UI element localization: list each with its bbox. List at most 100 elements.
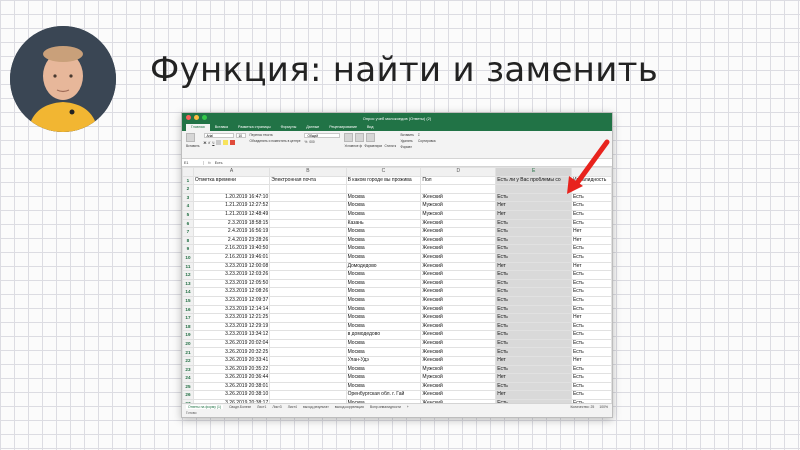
cell[interactable] <box>269 356 347 366</box>
cell[interactable]: Женский <box>420 261 497 272</box>
cell[interactable]: Есть <box>495 278 573 289</box>
cell[interactable] <box>420 184 497 194</box>
cell[interactable] <box>269 330 347 340</box>
font-name-select[interactable]: Arial <box>203 133 234 138</box>
row-header[interactable]: 25 <box>182 381 194 392</box>
cell[interactable]: Есть <box>571 347 612 358</box>
cell[interactable]: Есть <box>495 313 573 323</box>
sheet-tab[interactable]: Ответы на форму (1) <box>186 405 224 409</box>
paste-button[interactable]: Вставить <box>186 144 200 148</box>
tab-page-layout[interactable]: Разметка страницы <box>233 124 276 131</box>
tab-insert[interactable]: Вставка <box>210 124 233 131</box>
cell[interactable]: Женский <box>420 347 497 358</box>
cell[interactable]: Мужской <box>420 201 497 211</box>
cell[interactable]: Нет <box>495 356 573 366</box>
window-controls[interactable] <box>186 115 207 120</box>
cell[interactable]: Нет <box>571 227 612 237</box>
cell[interactable]: Отметка времени <box>192 175 271 186</box>
tab-view[interactable]: Вид <box>362 124 379 131</box>
cell[interactable]: 3.23.2019 12:29:19 <box>192 321 271 332</box>
cell[interactable]: Есть <box>571 321 612 332</box>
cell[interactable] <box>269 192 347 203</box>
cell[interactable]: 3.23.2019 12:14:14 <box>192 304 271 315</box>
cell[interactable]: Есть <box>495 227 573 237</box>
cell[interactable]: В каком городе вы прожива <box>345 175 422 186</box>
cell[interactable] <box>269 244 347 254</box>
tab-home[interactable]: Главная <box>186 124 210 131</box>
column-header-c[interactable]: C <box>345 167 422 177</box>
cell[interactable] <box>192 184 271 194</box>
sort-filter-button[interactable]: Сортировка и фильтр <box>418 139 436 143</box>
cell[interactable]: Москва <box>345 252 422 263</box>
cell[interactable]: Нет <box>571 356 612 366</box>
cell[interactable]: Москва <box>345 201 422 211</box>
cell[interactable] <box>269 295 347 306</box>
sheet-tab[interactable]: Вопр.инвалидности <box>370 405 401 409</box>
cell[interactable]: Женский <box>420 278 497 289</box>
cell[interactable]: Мужской <box>420 373 497 383</box>
cell[interactable]: Есть <box>571 218 612 229</box>
cell[interactable]: 3.23.2019 12:08:26 <box>192 287 271 297</box>
row-header[interactable]: 8 <box>182 235 194 246</box>
maximize-icon[interactable] <box>202 115 207 120</box>
row-header[interactable]: 7 <box>182 227 194 237</box>
borders-icon[interactable] <box>216 140 222 145</box>
cell[interactable] <box>269 184 347 194</box>
cell[interactable]: Женский <box>420 381 497 392</box>
wrap-text-button[interactable]: Перенос текста <box>250 133 301 137</box>
cell[interactable]: Москва <box>345 244 422 254</box>
minimize-icon[interactable] <box>194 115 199 120</box>
cell[interactable]: Женский <box>420 313 497 323</box>
select-all-corner[interactable] <box>182 167 194 177</box>
cell[interactable]: 3.23.2019 12:00:08 <box>192 261 271 272</box>
cell[interactable]: Женский <box>420 192 497 203</box>
cell[interactable]: Есть <box>495 321 573 332</box>
row-header[interactable]: 6 <box>182 218 194 229</box>
fill-color-icon[interactable] <box>223 140 229 145</box>
zoom-level[interactable]: 100% <box>599 405 608 409</box>
number-format-select[interactable]: Общий <box>304 133 341 138</box>
row-header[interactable]: 21 <box>182 347 194 358</box>
cell-styles-icon[interactable] <box>366 133 376 142</box>
cell[interactable]: Москва <box>345 338 422 349</box>
tab-review[interactable]: Рецензирование <box>324 124 362 131</box>
cell[interactable]: Улан-Удэ <box>345 356 422 366</box>
cell[interactable]: 3.23.2019 13:34:12 <box>192 330 271 340</box>
cell[interactable]: Есть <box>495 304 573 315</box>
row-header[interactable]: 3 <box>182 192 194 203</box>
cell[interactable] <box>269 209 347 220</box>
cell[interactable]: Есть <box>495 347 573 358</box>
cell[interactable]: Есть <box>571 278 612 289</box>
cell[interactable]: Есть <box>495 244 573 254</box>
row-header[interactable]: 5 <box>182 209 194 220</box>
tab-formulas[interactable]: Формулы <box>276 124 302 131</box>
cell[interactable]: Домодедово <box>345 261 422 272</box>
percent-button[interactable]: % <box>304 140 307 144</box>
add-sheet-button[interactable]: + <box>407 405 409 409</box>
bold-button[interactable]: Ж <box>204 141 207 145</box>
formula-input[interactable]: Есть <box>215 161 223 165</box>
cell[interactable]: Москва <box>345 209 422 220</box>
row-header[interactable]: 12 <box>182 270 194 280</box>
cell[interactable]: Женский <box>420 252 497 263</box>
row-header[interactable]: 22 <box>182 356 194 366</box>
cell[interactable]: Есть <box>571 330 612 340</box>
cell[interactable]: 3.26.2019 20:32:25 <box>192 347 271 358</box>
cell[interactable]: Есть <box>571 201 612 211</box>
cell[interactable]: 3.26.2019 20:36:44 <box>192 373 271 383</box>
cell[interactable] <box>269 364 347 375</box>
cell[interactable]: Есть ли у Вас проблемы со <box>495 175 573 186</box>
cell[interactable]: Нет <box>495 209 573 220</box>
cell[interactable]: Женский <box>420 338 497 349</box>
sheet-tab[interactable]: Лист3 <box>272 405 281 409</box>
cell[interactable]: Есть <box>571 373 612 383</box>
cell[interactable]: 1.21.2019 12:27:52 <box>192 201 271 211</box>
row-header[interactable]: 1 <box>182 175 194 186</box>
cell[interactable] <box>269 261 347 272</box>
cell[interactable]: Есть <box>495 287 573 297</box>
conditional-format-icon[interactable] <box>344 133 354 142</box>
cell[interactable]: Есть <box>571 270 612 280</box>
cell[interactable] <box>269 270 347 280</box>
format-cells-button[interactable]: Формат <box>400 145 414 149</box>
sheet-tab[interactable]: выход.результат <box>303 405 329 409</box>
